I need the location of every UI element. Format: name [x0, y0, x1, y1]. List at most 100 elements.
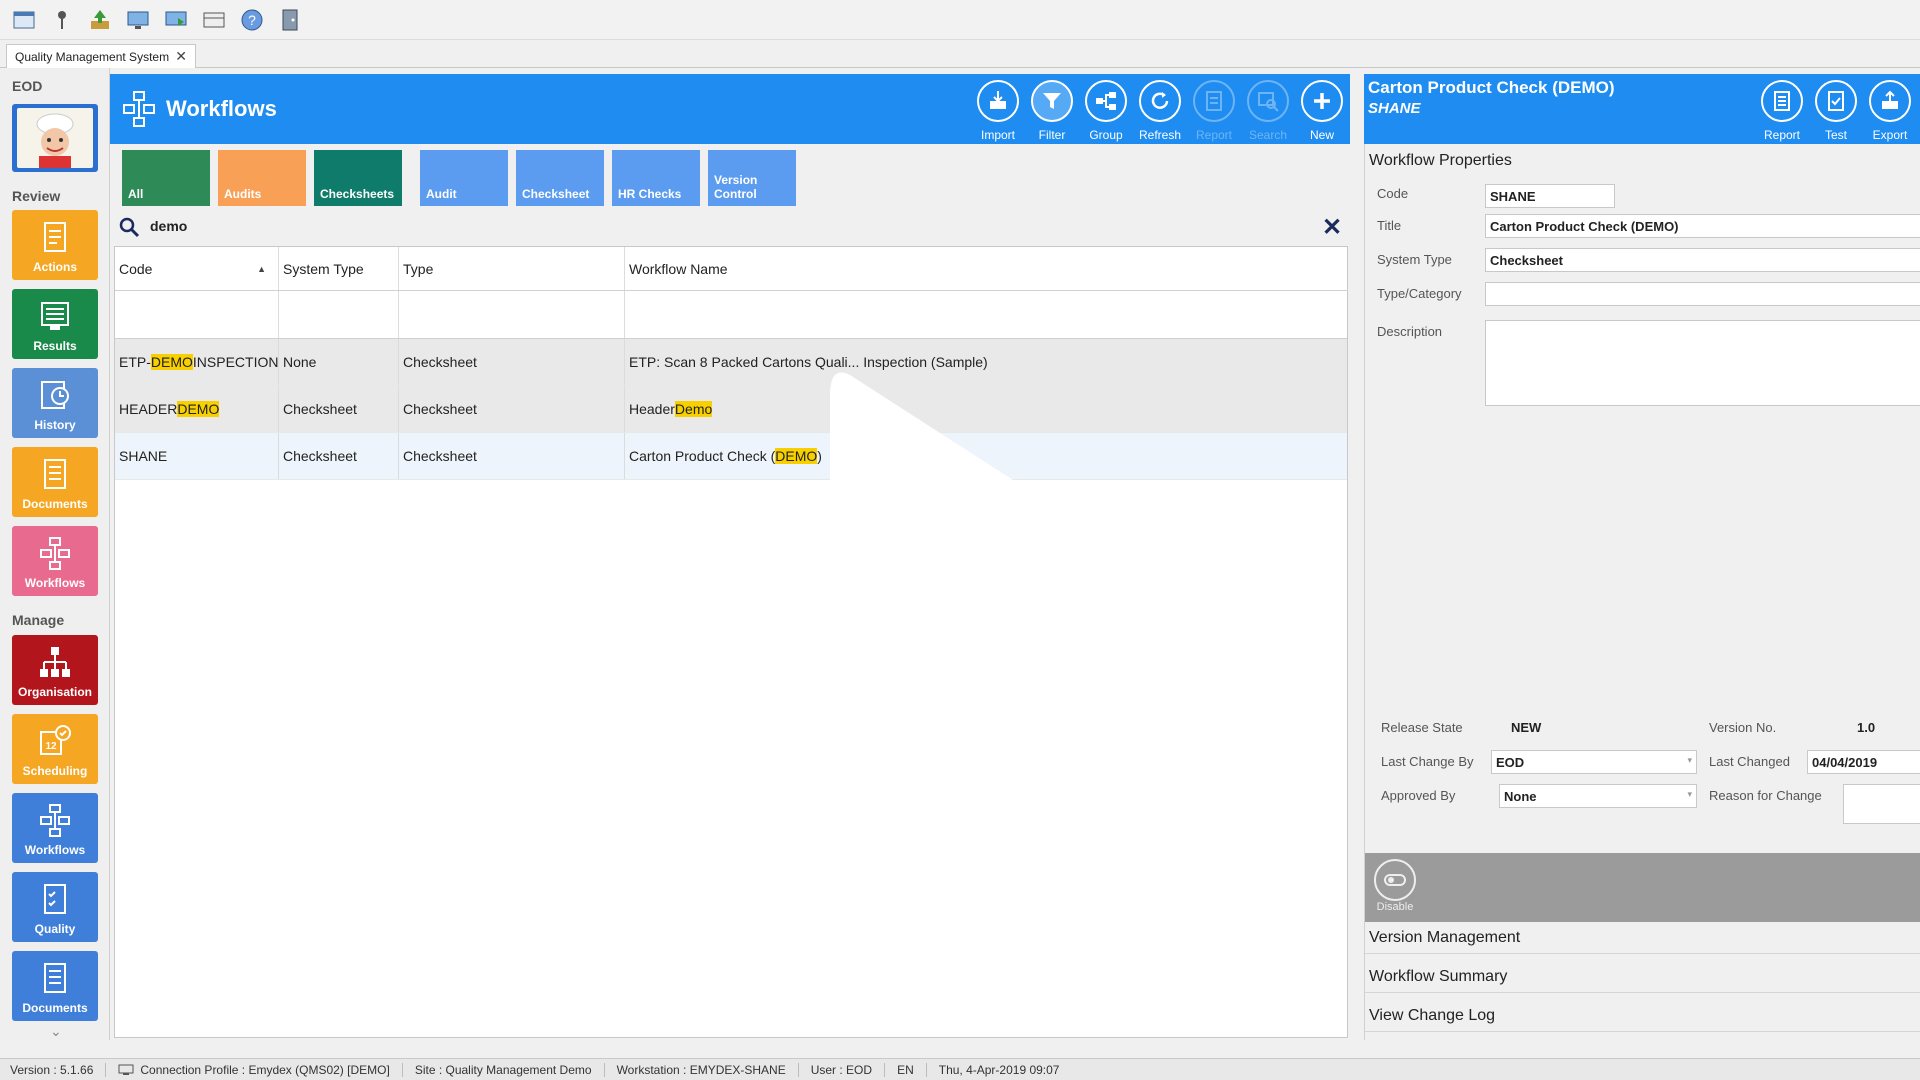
monitor-arrow-icon[interactable] [162, 6, 190, 34]
disable-button[interactable]: Disable [1371, 859, 1419, 913]
upload-icon[interactable] [86, 6, 114, 34]
monitor-icon[interactable] [124, 6, 152, 34]
code-field[interactable]: SHANE [1485, 184, 1615, 208]
nav-manage-documents[interactable]: Documents [12, 951, 98, 1021]
column-header-system-type[interactable]: System Type [279, 247, 399, 290]
search-button[interactable]: Search [1242, 80, 1294, 142]
filter-tile-version-control[interactable]: Version Control [708, 150, 796, 206]
search-highlight: DEMO [150, 354, 193, 370]
column-header-workflow-name[interactable]: Workflow Name [625, 247, 1347, 290]
column-header-label: Workflow Name [629, 260, 728, 277]
approved-by-value: None [1504, 789, 1537, 804]
filter-tile-audit[interactable]: Audit [420, 150, 508, 206]
chevron-down-icon[interactable]: ⌄ [50, 1023, 62, 1040]
approved-by-field[interactable]: None ▾ [1499, 784, 1697, 808]
code-text: ETP- [119, 354, 151, 370]
table-row-selected[interactable]: SHANE Checksheet Checksheet Carton Produ… [115, 433, 1347, 480]
version-no-value: 1.0 [1857, 720, 1876, 735]
doc-tab-qms[interactable]: Quality Management System ✕ [6, 44, 196, 68]
nav-review-results[interactable]: Results [12, 289, 98, 359]
close-icon[interactable]: ✕ [175, 48, 187, 65]
title-field[interactable]: Carton Product Check (DEMO) [1485, 214, 1920, 238]
filter-tile-label: Audits [224, 187, 262, 201]
last-changed-field[interactable]: 04/04/2019 [1807, 750, 1920, 774]
new-label: New [1309, 128, 1334, 142]
column-header-code[interactable]: Code ▲ [115, 247, 279, 290]
filter-tile-label: Checksheets [320, 187, 395, 201]
search-input[interactable]: demo [150, 218, 187, 234]
cell-code: SHANE [115, 433, 279, 479]
table-row[interactable]: ETP- DEMO INSPECTION None Checksheet ETP: … [115, 339, 1347, 386]
type-category-field[interactable] [1485, 282, 1920, 306]
filter-cell-type[interactable] [399, 291, 625, 338]
nav-review-actions[interactable]: Actions [12, 210, 98, 280]
search-highlight: Demo [674, 401, 713, 417]
filter-tile-all[interactable]: All [122, 150, 210, 206]
nav-review-workflows[interactable]: Workflows [12, 526, 98, 596]
description-field[interactable] [1485, 320, 1920, 406]
filter-tile-hr-checks[interactable]: HR Checks [612, 150, 700, 206]
properties-title: Carton Product Check (DEMO) [1368, 78, 1615, 97]
refresh-label: Refresh [1138, 128, 1182, 142]
import-button[interactable]: Import [972, 80, 1024, 142]
filter-tile-checksheets[interactable]: Checksheets [314, 150, 402, 206]
disable-label: Disable [1376, 901, 1414, 913]
filter-cell-code[interactable] [115, 291, 279, 338]
window-icon[interactable] [10, 6, 38, 34]
nav-review-documents[interactable]: Documents [12, 447, 98, 517]
test-button[interactable]: Test [1810, 80, 1862, 142]
system-type-field[interactable]: Checksheet [1485, 248, 1920, 272]
filter-tile-audits[interactable]: Audits [218, 150, 306, 206]
last-change-by-field[interactable]: EOD ▾ [1491, 750, 1697, 774]
code-text: SHANE [119, 448, 168, 464]
page-title: Workflows [166, 96, 277, 121]
accordion-version-management[interactable]: Version Management [1365, 922, 1920, 954]
approved-by-label: Approved By [1381, 788, 1456, 803]
grid-header-row: Code ▲ System Type Type Workflow Name [115, 247, 1347, 291]
reason-for-change-field[interactable] [1843, 784, 1920, 824]
status-datetime: Thu, 4-Apr-2019 09:07 [938, 1062, 1060, 1077]
version-no-label: Version No. [1709, 720, 1777, 735]
documents-icon [44, 963, 66, 993]
section-title: Workflow Properties [1369, 152, 1512, 169]
cell-code: HEADER DEMO [115, 386, 279, 432]
new-button[interactable]: New [1296, 80, 1348, 142]
group-button[interactable]: Group [1080, 80, 1132, 142]
layout-icon[interactable] [200, 6, 228, 34]
accordion-workflow-summary[interactable]: Workflow Summary [1365, 961, 1920, 993]
exit-door-icon[interactable] [276, 6, 304, 34]
nav-manage-workflows[interactable]: Workflows [12, 793, 98, 863]
review-section-label: Review [12, 188, 61, 204]
pin-icon[interactable] [48, 6, 76, 34]
help-icon[interactable]: ? [238, 6, 266, 34]
report-button[interactable]: Report [1188, 80, 1240, 142]
history-icon [41, 381, 69, 409]
workflow-properties-panel: Workflow Properties Code SHANE Title Car… [1364, 144, 1920, 1040]
nav-manage-quality[interactable]: Quality [12, 872, 98, 942]
nav-manage-scheduling[interactable]: 12 Scheduling [12, 714, 98, 784]
report-icon [1774, 91, 1790, 111]
nav-tile-label: Workflows [24, 576, 86, 590]
column-header-type[interactable]: Type [399, 247, 625, 290]
avatar[interactable] [12, 104, 98, 172]
video-play-icon[interactable] [820, 355, 1100, 725]
refresh-button[interactable]: Refresh [1134, 80, 1186, 142]
filter-cell-system-type[interactable] [279, 291, 399, 338]
results-list-icon [41, 302, 69, 330]
clear-search-icon[interactable]: ✕ [1322, 213, 1342, 242]
nav-review-history[interactable]: History [12, 368, 98, 438]
export-button[interactable]: Export [1864, 80, 1916, 142]
table-row[interactable]: HEADER DEMO Checksheet Checksheet Header … [115, 386, 1347, 433]
filter-button[interactable]: Filter [1026, 80, 1078, 142]
filter-cell-workflow-name[interactable] [625, 291, 1347, 338]
report-button[interactable]: Report [1756, 80, 1808, 142]
accordion-view-change-log[interactable]: View Change Log [1365, 1000, 1920, 1032]
user-label: EOD [12, 78, 43, 94]
filter-tile-checksheet[interactable]: Checksheet [516, 150, 604, 206]
group-label: Group [1089, 128, 1123, 142]
svg-text:?: ? [248, 12, 256, 28]
document-tab-strip: Quality Management System ✕ [0, 40, 1920, 68]
nav-tile-label: History [34, 418, 76, 432]
column-header-label: System Type [283, 260, 364, 277]
nav-manage-organisation[interactable]: Organisation [12, 635, 98, 705]
